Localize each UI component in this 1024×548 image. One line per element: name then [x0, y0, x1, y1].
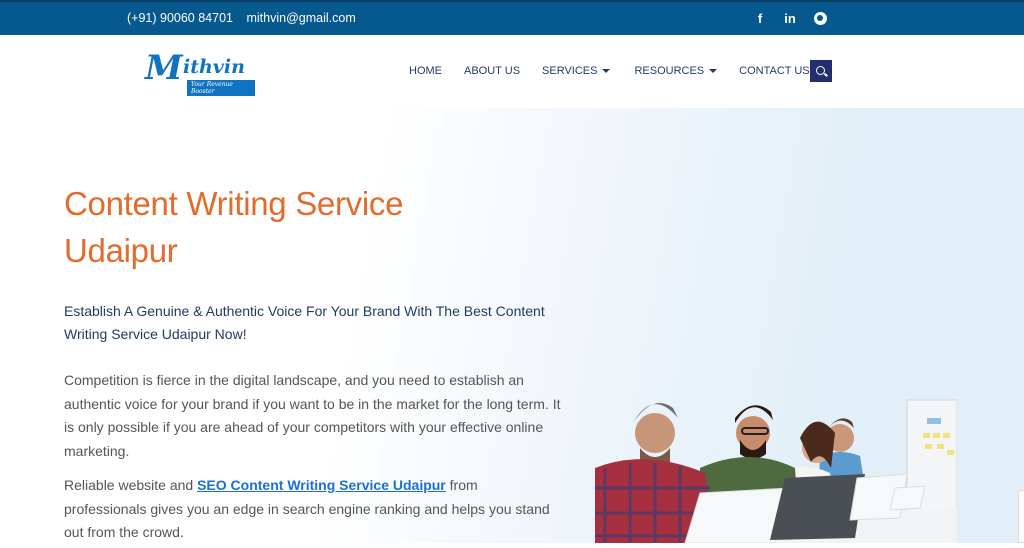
- site-logo[interactable]: M ithvin Your Revenue Booster: [145, 48, 255, 96]
- nav-services[interactable]: SERVICES: [542, 65, 611, 77]
- site-header: M ithvin Your Revenue Booster HOME ABOUT…: [0, 35, 1024, 108]
- logo-tagline: Your Revenue Booster: [187, 80, 255, 96]
- nav-services-label: SERVICES: [542, 65, 598, 77]
- hero-subtitle: Establish A Genuine & Authentic Voice Fo…: [64, 303, 545, 342]
- top-contact-bar: (+91) 90060 84701 mithvin@gmail.com f in: [0, 0, 1024, 35]
- caret-down-icon: [602, 69, 611, 73]
- nav-home[interactable]: HOME: [409, 65, 442, 77]
- search-button[interactable]: [810, 60, 832, 82]
- seo-content-writing-link[interactable]: SEO Content Writing Service Udaipur: [197, 477, 446, 493]
- nav-contact-us-label: CONTACT US: [739, 65, 810, 77]
- caret-down-icon: [709, 69, 718, 73]
- paragraph-text: Reliable website and: [64, 477, 198, 493]
- contact-info: (+91) 90060 84701 mithvin@gmail.com: [127, 11, 366, 25]
- facebook-icon[interactable]: f: [752, 10, 768, 26]
- email-address[interactable]: mithvin@gmail.com: [246, 11, 355, 25]
- hero-paragraph-2: Reliable website and SEO Content Writing…: [64, 474, 564, 545]
- nav-about-us-label: ABOUT US: [464, 65, 521, 77]
- page-scroll-widget[interactable]: [1018, 490, 1024, 543]
- nav-resources[interactable]: RESOURCES: [634, 65, 718, 77]
- whatsapp-icon[interactable]: [812, 10, 828, 26]
- nav-contact-us[interactable]: CONTACT US: [739, 65, 810, 77]
- linkedin-icon[interactable]: in: [782, 10, 798, 26]
- hero-paragraph-1: Competition is fierce in the digital lan…: [64, 372, 561, 459]
- page-title: Content Writing Service Udaipur: [64, 185, 404, 269]
- search-icon: [815, 65, 825, 75]
- nav-home-label: HOME: [409, 65, 442, 77]
- hero-image: [595, 378, 958, 544]
- main-nav: HOME ABOUT US SERVICES RESOURCES CONTACT…: [409, 65, 832, 77]
- logo-mark: M: [145, 48, 183, 88]
- logo-wordmark: ithvin: [183, 56, 245, 78]
- nav-resources-label: RESOURCES: [634, 65, 705, 77]
- nav-about-us[interactable]: ABOUT US: [464, 65, 520, 77]
- phone-number[interactable]: (+91) 90060 84701: [127, 11, 233, 25]
- social-links: f in: [752, 10, 828, 26]
